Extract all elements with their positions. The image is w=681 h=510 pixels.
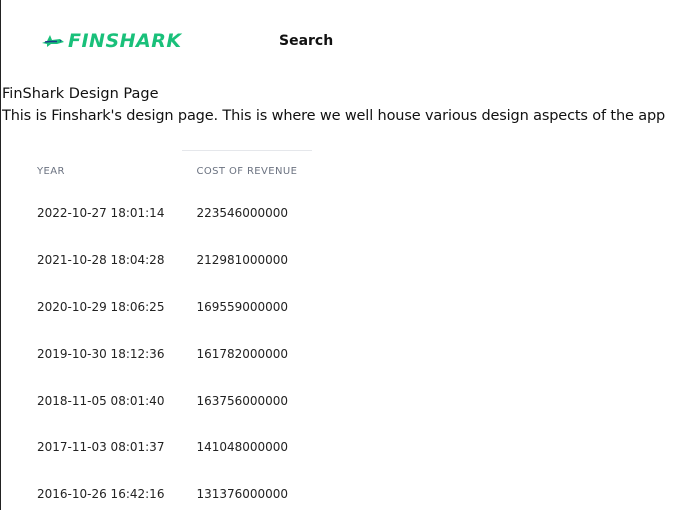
table-row: 2022-10-27 18:01:14 223546000000 — [21, 190, 313, 237]
table-cell-year: 2018-11-05 08:01:40 — [37, 393, 165, 408]
table-cell-cost-of-revenue: 163756000000 — [196, 393, 289, 408]
table-cell-year: 2022-10-27 18:01:14 — [37, 206, 165, 221]
table-cell-year: 2017-11-03 08:01:37 — [37, 440, 165, 455]
finshark-logo[interactable]: FINSHARK — [41, 30, 182, 52]
nav-search-link[interactable]: Search — [279, 33, 333, 49]
navbar: FINSHARK Search — [1, 0, 681, 80]
page: FINSHARK Search FinShark Design Page Thi… — [0, 0, 681, 510]
table-cell-year: 2021-10-28 18:04:28 — [37, 253, 165, 268]
table-row: 2018-11-05 08:01:40 163756000000 — [21, 377, 313, 424]
table-row: 2017-11-03 08:01:37 141048000000 — [21, 424, 313, 471]
table-cell-cost-of-revenue: 141048000000 — [196, 440, 289, 455]
table-divider — [182, 150, 312, 151]
table-cell-cost-of-revenue: 223546000000 — [196, 206, 289, 221]
table-cell-year: 2019-10-30 18:12:36 — [37, 346, 165, 361]
table-row: 2021-10-28 18:04:28 212981000000 — [21, 237, 313, 284]
table-row: 2016-10-26 16:42:16 131376000000 — [21, 471, 313, 510]
logo-text: FINSHARK — [68, 30, 182, 52]
table-cell-year: 2016-10-26 16:42:16 — [37, 487, 165, 502]
page-description: This is Finshark's design page. This is … — [2, 108, 666, 124]
table-cell-cost-of-revenue: 131376000000 — [196, 487, 289, 502]
table-cell-cost-of-revenue: 161782000000 — [196, 346, 289, 361]
table-cell-cost-of-revenue: 169559000000 — [196, 299, 289, 314]
column-header-year: YEAR — [37, 165, 65, 177]
table-cell-year: 2020-10-29 18:06:25 — [37, 299, 165, 314]
table-header-row: YEAR COST OF REVENUE — [21, 152, 313, 190]
table-row: 2020-10-29 18:06:25 169559000000 — [21, 284, 313, 331]
column-header-cost-of-revenue: COST OF REVENUE — [196, 165, 298, 177]
data-table: YEAR COST OF REVENUE 2022-10-27 18:01:14… — [21, 152, 313, 510]
table-cell-cost-of-revenue: 212981000000 — [196, 253, 289, 268]
table-row: 2019-10-30 18:12:36 161782000000 — [21, 330, 313, 377]
shark-icon — [42, 35, 64, 47]
page-title: FinShark Design Page — [2, 86, 159, 102]
